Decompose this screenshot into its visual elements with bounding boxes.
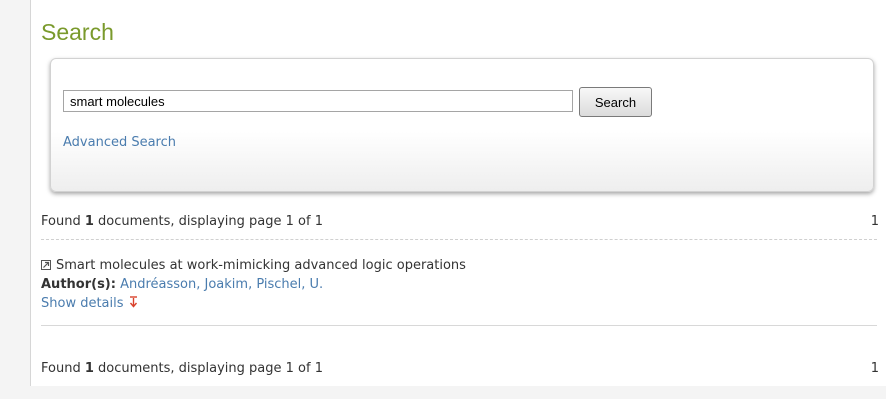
- result-details-line: Show details: [41, 294, 466, 313]
- advanced-search-link[interactable]: Advanced Search: [63, 135, 176, 150]
- divider: [41, 325, 877, 326]
- summary-prefix: Found: [41, 361, 85, 376]
- result-count: 1: [84, 214, 94, 229]
- results-summary-top: Found 1 documents, displaying page 1 of …: [41, 214, 323, 229]
- search-button[interactable]: Search: [579, 87, 652, 117]
- page-title: Search: [41, 19, 114, 45]
- arrow-down-icon[interactable]: [129, 296, 138, 308]
- result-authors-line: Author(s): Andréasson, Joakim, Pischel, …: [41, 275, 466, 294]
- result-count: 1: [84, 361, 94, 376]
- summary-prefix: Found: [41, 214, 85, 229]
- summary-suffix: documents, displaying page 1 of 1: [93, 361, 323, 376]
- result-title-link[interactable]: Smart molecules at work-mimicking advanc…: [56, 258, 466, 273]
- authors-label: Author(s):: [41, 277, 116, 292]
- show-details-link[interactable]: Show details: [41, 296, 124, 311]
- pagination-page-1-top[interactable]: 1: [871, 214, 879, 229]
- result-title-line: Smart molecules at work-mimicking advanc…: [41, 256, 466, 275]
- search-input[interactable]: [63, 90, 573, 112]
- search-panel: Search Advanced Search: [50, 58, 874, 192]
- divider: [41, 239, 877, 240]
- external-link-icon[interactable]: [41, 260, 51, 270]
- results-summary-bottom: Found 1 documents, displaying page 1 of …: [41, 361, 323, 376]
- pagination-page-1-bottom[interactable]: 1: [871, 361, 879, 376]
- authors-list[interactable]: Andréasson, Joakim, Pischel, U.: [120, 277, 323, 292]
- main-content: Search Search Advanced Search Found 1 do…: [30, 0, 886, 386]
- result-item: Smart molecules at work-mimicking advanc…: [41, 256, 466, 313]
- summary-suffix: documents, displaying page 1 of 1: [93, 214, 323, 229]
